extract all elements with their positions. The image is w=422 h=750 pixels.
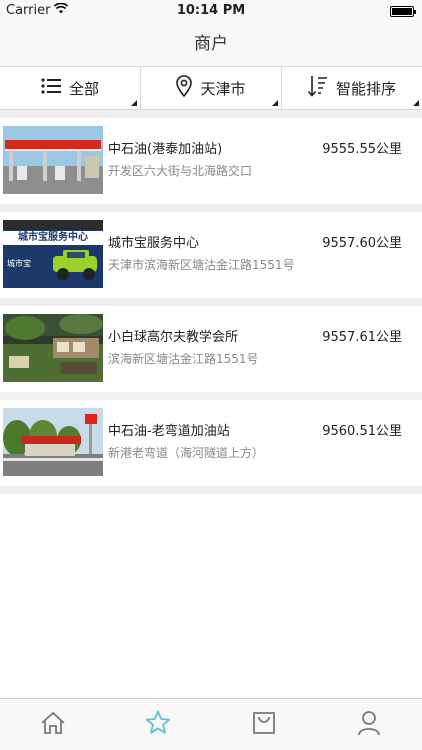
sort-icon: [307, 75, 328, 101]
merchant-distance: 9557.61公里: [322, 330, 402, 345]
filter-sort-label: 智能排序: [335, 79, 396, 98]
list-item[interactable]: 小白球高尔夫教学会所 9557.61公里 滨海新区塘沽金江路1551号: [0, 306, 422, 392]
list-empty-area: [0, 494, 422, 698]
merchant-thumbnail: [3, 314, 103, 382]
merchant-name: 小白球高尔夫教学会所: [108, 330, 239, 345]
filter-city-label: 天津市: [200, 79, 246, 98]
user-icon: [357, 710, 381, 740]
merchant-address: 天津市滨海新区塘沽金江路1551号: [108, 258, 295, 272]
status-time: 10:14 PM: [176, 3, 246, 18]
dropdown-corner-icon: [413, 100, 419, 106]
tab-orders[interactable]: [211, 699, 317, 750]
location-pin-icon: [176, 75, 193, 101]
nav-bar: 商户: [0, 22, 422, 66]
merchant-distance: 9560.51公里: [322, 424, 402, 439]
tab-profile[interactable]: [317, 699, 422, 750]
list-icon: [41, 78, 61, 98]
merchant-name: 城市宝服务中心: [108, 236, 200, 251]
merchant-name: 中石油(港泰加油站): [108, 142, 223, 157]
status-bar: Carrier 10:14 PM: [0, 0, 422, 22]
star-icon: [145, 710, 171, 739]
merchant-distance: 9555.55公里: [322, 142, 402, 157]
merchant-address: 滨海新区塘沽金江路1551号: [108, 352, 259, 366]
filter-category[interactable]: 全部: [0, 67, 141, 109]
list-item[interactable]: 中石油(港泰加油站) 9555.55公里 开发区六大街与北海路交口: [0, 118, 422, 204]
filter-bar: 全部 天津市 智能排序: [0, 66, 422, 110]
tab-home[interactable]: [0, 699, 106, 750]
filter-category-label: 全部: [68, 79, 99, 98]
merchant-thumbnail: 城市宝服务中心 城市宝: [3, 220, 103, 288]
page-title: 商户: [194, 34, 228, 54]
shopping-bag-icon: [252, 711, 276, 739]
tab-bar: [0, 698, 422, 750]
merchant-distance: 9557.60公里: [322, 236, 402, 251]
merchant-thumbnail: [3, 408, 103, 476]
list-item[interactable]: 中石油-老弯道加油站 9560.51公里 新港老弯道（海河隧道上方）: [0, 400, 422, 486]
thumbnail-banner-text: 城市宝服务中心: [3, 231, 103, 245]
battery-icon: [390, 6, 416, 17]
filter-city[interactable]: 天津市: [141, 67, 282, 109]
home-icon: [40, 711, 66, 739]
tab-favorites[interactable]: [106, 699, 212, 750]
thumbnail-brand-text: 城市宝: [7, 259, 31, 268]
dropdown-corner-icon: [272, 100, 278, 106]
merchant-list: 中石油(港泰加油站) 9555.55公里 开发区六大街与北海路交口 城市宝服务中…: [0, 110, 422, 698]
merchant-address: 新港老弯道（海河隧道上方）: [108, 446, 265, 460]
merchant-thumbnail: [3, 126, 103, 194]
merchant-address: 开发区六大街与北海路交口: [108, 164, 253, 178]
filter-sort[interactable]: 智能排序: [282, 67, 422, 109]
dropdown-corner-icon: [131, 100, 137, 106]
list-item[interactable]: 城市宝服务中心 城市宝 城市宝服务中心 9557.60公里 天津市滨海新区塘沽金…: [0, 212, 422, 298]
merchant-name: 中石油-老弯道加油站: [108, 424, 230, 439]
